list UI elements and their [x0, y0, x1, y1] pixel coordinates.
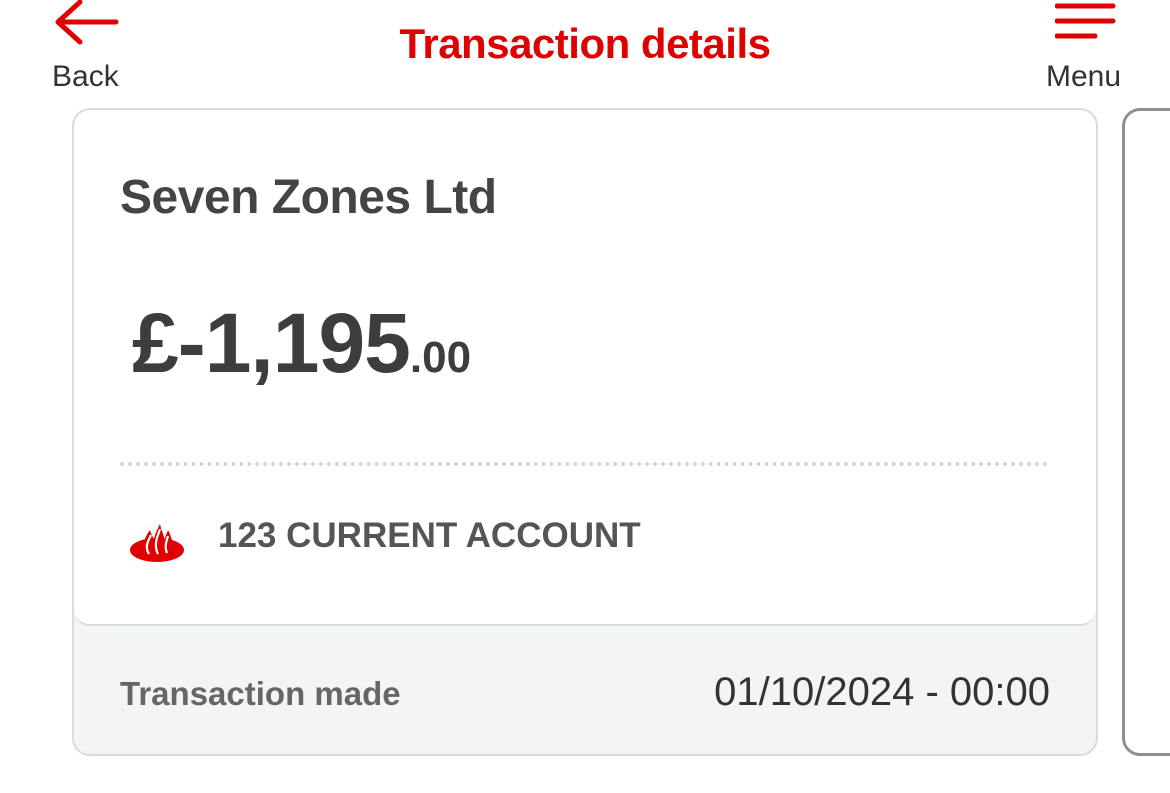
account-name: 123 CURRENT ACCOUNT — [218, 516, 641, 555]
amount-decimal: .00 — [409, 333, 472, 382]
transaction-card: Seven Zones Ltd £-1,195.00 123 CURRENT A… — [72, 108, 1098, 756]
menu-button[interactable]: Menu — [1040, 0, 1135, 100]
transaction-made-value: 01/10/2024 - 00:00 — [714, 670, 1050, 714]
merchant-name: Seven Zones Ltd — [120, 171, 497, 224]
santander-flame-icon — [130, 524, 184, 562]
transaction-details-screen: Back Transaction details Menu Seven Zone… — [0, 0, 1170, 793]
hamburger-menu-icon — [1055, 3, 1116, 39]
next-card-peek[interactable] — [1122, 108, 1170, 756]
page-title: Transaction details — [399, 20, 771, 67]
transaction-made-label: Transaction made — [120, 675, 401, 712]
transaction-summary: Seven Zones Ltd £-1,195.00 123 CURRENT A… — [74, 110, 1096, 626]
dotted-divider — [120, 462, 1048, 466]
transaction-amount: £-1,195.00 — [132, 295, 471, 392]
menu-label: Menu — [1046, 60, 1122, 93]
amount-main: £-1,195 — [132, 296, 411, 390]
